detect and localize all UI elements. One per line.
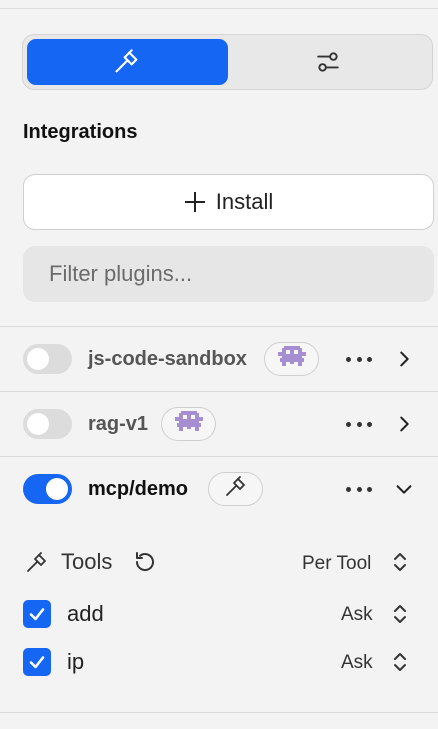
- more-options-icon[interactable]: [346, 479, 372, 499]
- tool-row-add: add Ask: [0, 596, 438, 632]
- plus-icon: [184, 191, 206, 213]
- mode-switcher: [22, 34, 433, 90]
- hammer-icon: [224, 475, 248, 504]
- sliders-icon: [315, 49, 341, 75]
- permission-mode-select[interactable]: Per Tool: [302, 553, 371, 575]
- chevron-right-icon[interactable]: [393, 348, 415, 370]
- filter-plugins-input[interactable]: [23, 246, 434, 302]
- tool-permission-select[interactable]: Ask: [341, 604, 373, 626]
- plugin-row-rag-v1: rag-v1: [0, 392, 438, 456]
- tool-name: ip: [67, 649, 85, 674]
- tools-header: Tools Per Tool: [0, 545, 438, 581]
- plugin-type-badge: [208, 472, 263, 506]
- plugin-toggle[interactable]: [23, 344, 72, 374]
- tool-name: add: [67, 601, 104, 626]
- plugin-row-mcp-demo: mcp/demo: [0, 457, 438, 521]
- tool-permission-select[interactable]: Ask: [341, 652, 373, 674]
- updown-chevron-icon[interactable]: [393, 551, 407, 573]
- section-title: Integrations: [23, 121, 138, 143]
- divider: [0, 712, 438, 713]
- top-divider: [0, 8, 438, 9]
- tab-integrations[interactable]: [27, 39, 228, 85]
- chevron-down-icon[interactable]: [393, 478, 415, 500]
- tool-checkbox[interactable]: [23, 600, 51, 628]
- hammer-icon: [113, 48, 141, 76]
- plugin-name: rag-v1: [88, 412, 149, 435]
- chevron-right-icon[interactable]: [393, 413, 415, 435]
- updown-chevron-icon[interactable]: [393, 651, 407, 673]
- checkmark-icon: [29, 608, 45, 621]
- plugin-row-js-code-sandbox: js-code-sandbox: [0, 327, 438, 391]
- hammer-icon: [25, 551, 49, 580]
- robot-icon: [174, 410, 203, 438]
- plugin-toggle[interactable]: [23, 409, 72, 439]
- tool-row-ip: ip Ask: [0, 644, 438, 680]
- plugin-name: js-code-sandbox: [88, 347, 247, 370]
- install-label: Install: [215, 189, 274, 214]
- plugin-toggle[interactable]: [23, 474, 72, 504]
- plugin-name: mcp/demo: [88, 477, 189, 500]
- tab-settings[interactable]: [228, 39, 429, 85]
- robot-icon: [277, 345, 306, 373]
- tool-checkbox[interactable]: [23, 648, 51, 676]
- plugin-type-badge: [264, 342, 319, 376]
- checkmark-icon: [29, 656, 45, 669]
- refresh-icon[interactable]: [133, 550, 157, 579]
- plugin-type-badge: [161, 407, 216, 441]
- more-options-icon[interactable]: [346, 349, 372, 369]
- install-button[interactable]: Install: [23, 174, 434, 230]
- updown-chevron-icon[interactable]: [393, 603, 407, 625]
- more-options-icon[interactable]: [346, 414, 372, 434]
- tools-title: Tools: [61, 549, 113, 574]
